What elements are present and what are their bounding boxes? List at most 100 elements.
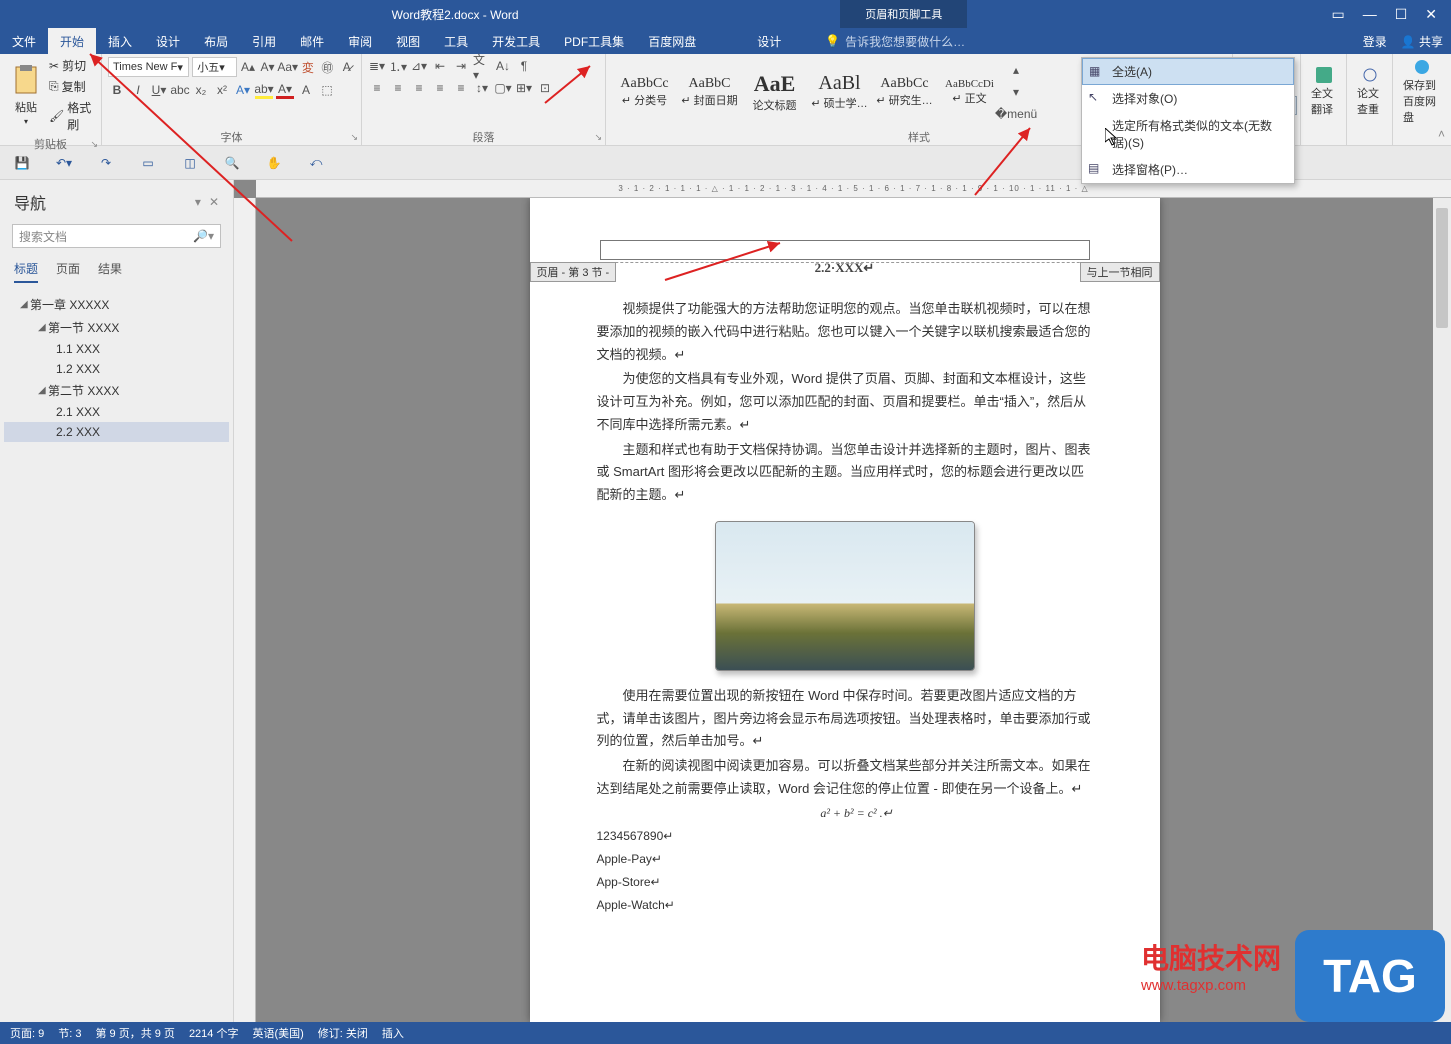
para[interactable]: 主题和样式也有助于文档保持协调。当您单击设计并选择新的主题时，图片、图表或 Sm… xyxy=(597,439,1093,507)
font-size-box[interactable]: 小五 ▾ xyxy=(192,57,237,77)
qat-2[interactable]: ◫ xyxy=(180,153,200,173)
enclose-char-button[interactable]: ㊞ xyxy=(319,58,335,76)
bold-button[interactable]: B xyxy=(108,81,126,99)
shrink-font-button[interactable]: A▾ xyxy=(259,58,275,76)
format-painter-button[interactable]: 🖌格式刷 xyxy=(49,99,95,133)
translate-button[interactable]: 全文翻译 xyxy=(1307,65,1340,119)
tab-mailings[interactable]: 邮件 xyxy=(288,28,336,54)
nav-tab-results[interactable]: 结果 xyxy=(98,260,122,283)
multilevel-button[interactable]: ⊿▾ xyxy=(410,57,428,75)
snap-button[interactable]: ⊡ xyxy=(536,79,554,97)
styles-more-icon[interactable]: �menü xyxy=(1007,105,1025,123)
tab-insert[interactable]: 插入 xyxy=(96,28,144,54)
tree-item[interactable]: ◢第一章 XXXXX xyxy=(4,293,229,316)
status-page[interactable]: 页面: 9 xyxy=(10,1025,44,1041)
superscript-button[interactable]: x² xyxy=(213,81,231,99)
style-item-1[interactable]: AaBbC↵ 封面日期 xyxy=(677,63,742,121)
line-spacing-button[interactable]: ↕▾ xyxy=(473,79,491,97)
tree-item[interactable]: 2.1 XXX xyxy=(4,402,229,422)
tab-layout[interactable]: 布局 xyxy=(192,28,240,54)
header-box[interactable] xyxy=(600,240,1090,260)
show-marks-button[interactable]: ¶ xyxy=(515,57,533,75)
italic-button[interactable]: I xyxy=(129,81,147,99)
para[interactable]: 为使您的文档具有专业外观，Word 提供了页眉、页脚、封面和文本框设计，这些设计… xyxy=(597,368,1093,436)
style-item-5[interactable]: AaBbCcDi↵ 正文 xyxy=(937,63,1002,121)
line[interactable]: App-Store↵ xyxy=(597,872,1093,893)
status-wordcount[interactable]: 2214 个字 xyxy=(189,1025,239,1041)
tree-item[interactable]: ◢第一节 XXXX xyxy=(4,316,229,339)
status-pagecount[interactable]: 第 9 页，共 9 页 xyxy=(95,1025,174,1041)
nav-close-icon[interactable]: ✕ xyxy=(209,195,219,209)
vertical-scrollbar[interactable] xyxy=(1433,198,1451,1022)
styles-gallery[interactable]: AaBbCc↵ 分类号 AaBbC↵ 封面日期 AaE论文标题 AaBl↵ 硕士… xyxy=(612,63,1002,121)
font-color-button[interactable]: A▾ xyxy=(276,81,294,99)
align-center-button[interactable]: ≡ xyxy=(389,79,407,97)
underline-button[interactable]: U▾ xyxy=(150,81,168,99)
tree-item[interactable]: 1.2 XXX xyxy=(4,359,229,379)
grow-font-button[interactable]: A▴ xyxy=(240,58,256,76)
paste-button[interactable]: 粘贴▾ xyxy=(6,63,46,128)
borders-button[interactable]: ⊞▾ xyxy=(515,79,533,97)
align-right-button[interactable]: ≡ xyxy=(410,79,428,97)
style-item-3[interactable]: AaBl↵ 硕士学… xyxy=(807,63,872,121)
char-shading-button[interactable]: A xyxy=(297,81,315,99)
minimize-icon[interactable]: — xyxy=(1363,6,1377,23)
phonetic-button[interactable]: 変 xyxy=(300,58,316,76)
nav-dropdown-icon[interactable]: ▾ xyxy=(195,195,201,209)
para[interactable]: 使用在需要位置出现的新按钮在 Word 中保存时间。若要更改图片适应文档的方式，… xyxy=(597,685,1093,753)
menu-selection-pane[interactable]: ▤选择窗格(P)… xyxy=(1082,156,1294,183)
strike-button[interactable]: abc xyxy=(171,81,189,99)
nav-search-input[interactable]: 搜索文档🔎▾ xyxy=(12,224,221,248)
status-track[interactable]: 修订: 关闭 xyxy=(318,1025,368,1041)
tab-review[interactable]: 审阅 xyxy=(336,28,384,54)
tab-home[interactable]: 开始 xyxy=(48,28,96,54)
line[interactable]: Apple-Watch↵ xyxy=(597,895,1093,916)
scrollbar-thumb[interactable] xyxy=(1436,208,1448,328)
tab-design[interactable]: 设计 xyxy=(144,28,192,54)
qat-1[interactable]: ▭ xyxy=(138,153,158,173)
tab-references[interactable]: 引用 xyxy=(240,28,288,54)
sort-button[interactable]: A↓ xyxy=(494,57,512,75)
inc-indent-button[interactable]: ⇥ xyxy=(452,57,470,75)
bullets-button[interactable]: ≣▾ xyxy=(368,57,386,75)
tree-item-selected[interactable]: 2.2 XXX xyxy=(4,422,229,442)
status-insert[interactable]: 插入 xyxy=(382,1025,404,1041)
equation[interactable]: a² + b² = c² .↵ xyxy=(597,803,1093,824)
align-left-button[interactable]: ≡ xyxy=(368,79,386,97)
close-icon[interactable]: ✕ xyxy=(1425,6,1437,23)
tab-file[interactable]: 文件 xyxy=(0,28,48,54)
nav-tab-headings[interactable]: 标题 xyxy=(14,260,38,283)
dec-indent-button[interactable]: ⇤ xyxy=(431,57,449,75)
share-button[interactable]: 👤 共享 xyxy=(1401,33,1443,50)
subscript-button[interactable]: x₂ xyxy=(192,81,210,99)
maximize-icon[interactable]: ☐ xyxy=(1395,6,1408,23)
para-dialog-icon[interactable]: ↘ xyxy=(594,132,602,143)
ribbon-display-icon[interactable]: ▭ xyxy=(1331,6,1344,23)
change-case-button[interactable]: Aa▾ xyxy=(279,58,297,76)
clipboard-dialog-icon[interactable]: ↘ xyxy=(90,139,98,150)
clear-format-button[interactable]: A̷ xyxy=(339,58,355,76)
numbering-button[interactable]: ⒈▾ xyxy=(389,57,407,75)
distribute-button[interactable]: ≡ xyxy=(452,79,470,97)
tab-pdf[interactable]: PDF工具集 xyxy=(552,28,636,54)
styles-up-icon[interactable]: ▴ xyxy=(1007,61,1025,79)
styles-down-icon[interactable]: ▾ xyxy=(1007,83,1025,101)
page[interactable]: 页眉 - 第 3 节 - 与上一节相同 2.2·XXX↵ 视频提供了功能强大的方… xyxy=(530,198,1160,1022)
undo-button[interactable]: ↶▾ xyxy=(54,153,74,173)
highlight-button[interactable]: ab▾ xyxy=(255,81,273,99)
style-item-0[interactable]: AaBbCc↵ 分类号 xyxy=(612,63,677,121)
tell-me[interactable]: 💡告诉我您想要做什么… xyxy=(810,28,1362,54)
char-border-button[interactable]: ⬚ xyxy=(318,81,336,99)
document-body[interactable]: 视频提供了功能强大的方法帮助您证明您的观点。当您单击联机视频时，可以在想要添加的… xyxy=(597,298,1093,916)
vertical-ruler[interactable] xyxy=(234,198,256,1022)
tree-item[interactable]: 1.1 XXX xyxy=(4,339,229,359)
style-item-4[interactable]: AaBbCc↵ 研究生… xyxy=(872,63,937,121)
justify-button[interactable]: ≡ xyxy=(431,79,449,97)
tree-item[interactable]: ◢第二节 XXXX xyxy=(4,379,229,402)
style-item-2[interactable]: AaE论文标题 xyxy=(742,63,807,121)
menu-select-all[interactable]: ▦全选(A) xyxy=(1082,58,1294,85)
qat-5[interactable]: ⤺ xyxy=(306,153,326,173)
font-dialog-icon[interactable]: ↘ xyxy=(350,132,358,143)
dupcheck-button[interactable]: 论文查重 xyxy=(1353,65,1386,119)
para[interactable]: 在新的阅读视图中阅读更加容易。可以折叠文档某些部分并关注所需文本。如果在达到结尾… xyxy=(597,755,1093,801)
